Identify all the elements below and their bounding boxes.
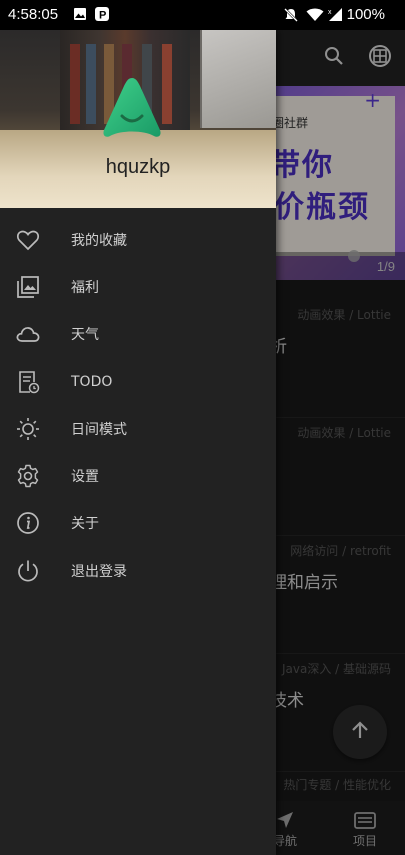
battery-level: 100% — [346, 6, 385, 23]
svg-text:x: x — [328, 9, 332, 16]
photo-library-icon — [16, 275, 40, 299]
menu-item-label: 我的收藏 — [71, 232, 127, 249]
power-icon — [16, 559, 40, 583]
cell-signal-icon: x — [327, 7, 343, 26]
menu-item-label: 福利 — [71, 279, 99, 296]
status-time: 4:58:05 — [8, 6, 59, 23]
mute-icon — [283, 7, 299, 27]
wifi-icon — [306, 7, 324, 26]
menu-item-logout[interactable]: 退出登录 — [0, 547, 276, 594]
menu-item-label: 退出登录 — [71, 563, 127, 580]
navigation-drawer: hquzkp 我的收藏 福利 天气 TODO 日间模式 设置 关于 退出登录 — [0, 30, 276, 855]
menu-item-label: 关于 — [71, 516, 99, 533]
status-bar: 4:58:05 P x 100% — [0, 0, 405, 30]
menu-item-label: 天气 — [71, 327, 99, 344]
parking-notification-icon: P — [95, 7, 109, 25]
menu-item-day-mode[interactable]: 日间模式 — [0, 405, 276, 452]
drawer-header: hquzkp — [0, 30, 276, 208]
menu-item-about[interactable]: 关于 — [0, 500, 276, 547]
sun-icon — [16, 417, 40, 441]
laptop-background — [200, 30, 276, 128]
todo-list-icon — [16, 370, 40, 394]
gear-icon — [16, 464, 40, 488]
heart-icon — [16, 228, 40, 252]
menu-item-todo[interactable]: TODO — [0, 358, 276, 405]
book — [70, 44, 80, 124]
drawer-menu: 我的收藏 福利 天气 TODO 日间模式 设置 关于 退出登录 — [0, 216, 276, 594]
avatar[interactable] — [100, 76, 164, 140]
menu-item-favorites[interactable]: 我的收藏 — [0, 216, 276, 263]
menu-item-welfare[interactable]: 福利 — [0, 263, 276, 310]
gallery-notification-icon — [73, 7, 87, 25]
cloud-icon — [16, 322, 40, 346]
menu-item-settings[interactable]: 设置 — [0, 452, 276, 499]
info-icon — [16, 511, 40, 535]
menu-item-weather[interactable]: 天气 — [0, 311, 276, 358]
menu-item-label: 设置 — [71, 469, 99, 486]
username[interactable]: hquzkp — [0, 156, 276, 179]
menu-item-label: TODO — [71, 373, 113, 390]
menu-item-label: 日间模式 — [71, 421, 127, 438]
svg-text:P: P — [99, 10, 106, 22]
book — [86, 44, 96, 124]
